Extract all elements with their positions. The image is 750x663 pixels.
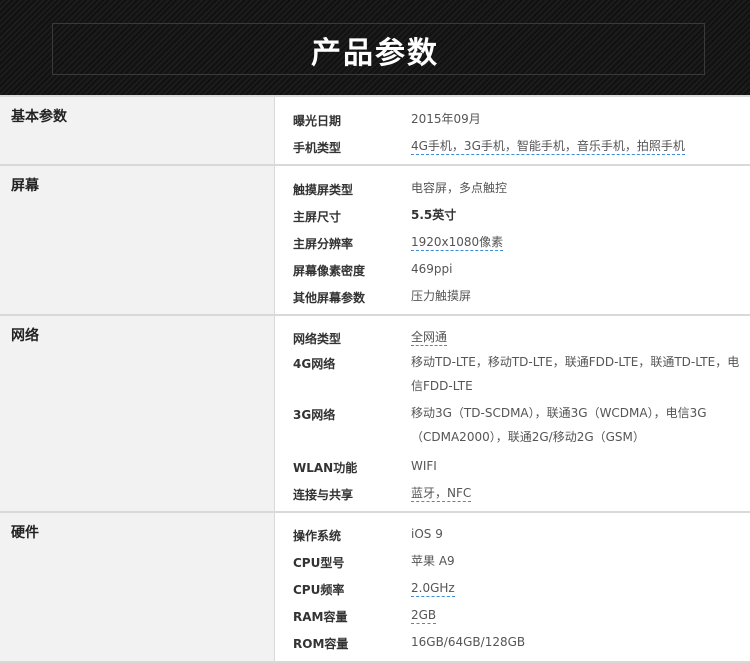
page-title: 产品参数 <box>311 36 439 71</box>
spec-row: 其他屏幕参数 压力触摸屏 <box>275 284 750 308</box>
spec-row: 连接与共享 蓝牙，NFC <box>275 481 750 505</box>
section-label-cell: 硬件 <box>0 513 275 663</box>
spec-value: 压力触摸屏 <box>411 289 472 303</box>
spec-value-link[interactable]: 2.0GHz <box>411 576 741 600</box>
spec-value-link[interactable]: 1920x1080像素 <box>411 230 741 254</box>
section-screen: 屏幕 触摸屏类型 电容屏，多点触控 主屏尺寸 5.5英寸 主屏分辨率 1920x… <box>0 164 750 314</box>
spec-key: 3G网络 <box>293 408 336 422</box>
spec-key: ROM容量 <box>293 637 349 651</box>
section-title: 网络 <box>11 328 39 344</box>
spec-key: 屏幕像素密度 <box>293 264 366 278</box>
spec-value: 16GB/64GB/128GB <box>411 635 526 649</box>
spec-value: 移动3G（TD-SCDMA），联通3G（WCDMA），电信3G（CDMA2000… <box>411 406 707 444</box>
spec-row: ROM容量 16GB/64GB/128GB <box>275 630 750 654</box>
section-title: 基本参数 <box>11 109 67 125</box>
spec-value: WIFI <box>411 459 437 473</box>
spec-row: 网络类型 全网通 <box>275 325 750 349</box>
spec-row: 曝光日期 2015年09月 <box>275 107 750 131</box>
spec-row: 操作系统 iOS 9 <box>275 522 750 546</box>
spec-key: RAM容量 <box>293 610 348 624</box>
spec-key: 其他屏幕参数 <box>293 291 366 305</box>
spec-value-link[interactable]: 2GB <box>411 603 741 627</box>
section-label-cell: 屏幕 <box>0 166 275 314</box>
spec-row: 主屏尺寸 5.5英寸 <box>275 203 750 227</box>
spec-key: 网络类型 <box>293 332 342 346</box>
spec-key: CPU型号 <box>293 556 345 570</box>
section-basic: 基本参数 曝光日期 2015年09月 手机类型 4G手机，3G手机，智能手机，音… <box>0 95 750 164</box>
spec-row: 屏幕像素密度 469ppi <box>275 257 750 281</box>
spec-value: iOS 9 <box>411 527 443 541</box>
spec-value: 5.5英寸 <box>411 208 457 222</box>
spec-row: CPU型号 苹果 A9 <box>275 549 750 573</box>
spec-key: 曝光日期 <box>293 114 342 128</box>
section-title: 屏幕 <box>11 178 39 194</box>
spec-row: CPU频率 2.0GHz <box>275 576 750 600</box>
spec-row: 手机类型 4G手机，3G手机，智能手机，音乐手机，拍照手机 <box>275 134 750 158</box>
spec-value: 移动TD-LTE，移动TD-LTE，联通FDD-LTE，联通TD-LTE，电信F… <box>411 355 740 393</box>
spec-value: 苹果 A9 <box>411 554 455 568</box>
spec-key: 连接与共享 <box>293 488 354 502</box>
spec-row: WLAN功能 WIFI <box>275 454 750 478</box>
section-label-cell: 网络 <box>0 316 275 511</box>
spec-row: 3G网络 移动3G（TD-SCDMA），联通3G（WCDMA），电信3G（CDM… <box>275 401 750 449</box>
spec-key: WLAN功能 <box>293 461 358 475</box>
spec-value-link[interactable]: 全网通 <box>411 325 741 349</box>
spec-key: 触摸屏类型 <box>293 183 354 197</box>
spec-key: 4G网络 <box>293 357 336 371</box>
section-title: 硬件 <box>11 525 39 541</box>
spec-key: CPU频率 <box>293 583 345 597</box>
section-label-cell: 基本参数 <box>0 97 275 164</box>
spec-row: 主屏分辨率 1920x1080像素 <box>275 230 750 254</box>
spec-value: 电容屏，多点触控 <box>411 181 508 195</box>
spec-key: 手机类型 <box>293 141 342 155</box>
spec-key: 主屏尺寸 <box>293 210 342 224</box>
spec-key: 主屏分辨率 <box>293 237 354 251</box>
spec-value: 469ppi <box>411 262 453 276</box>
spec-row: 4G网络 移动TD-LTE，移动TD-LTE，联通FDD-LTE，联通TD-LT… <box>275 350 750 398</box>
header-banner: 产品参数 <box>0 0 750 95</box>
spec-row: 触摸屏类型 电容屏，多点触控 <box>275 176 750 200</box>
spec-key: 操作系统 <box>293 529 342 543</box>
spec-value-link[interactable]: 蓝牙，NFC <box>411 481 741 505</box>
section-network: 网络 网络类型 全网通 4G网络 移动TD-LTE，移动TD-LTE，联通FDD… <box>0 314 750 511</box>
spec-value: 2015年09月 <box>411 112 481 126</box>
spec-value-link[interactable]: 4G手机，3G手机，智能手机，音乐手机，拍照手机 <box>411 134 741 158</box>
section-hardware: 硬件 操作系统 iOS 9 CPU型号 苹果 A9 CPU频率 2.0GHz R… <box>0 511 750 663</box>
spec-row: RAM容量 2GB <box>275 603 750 627</box>
